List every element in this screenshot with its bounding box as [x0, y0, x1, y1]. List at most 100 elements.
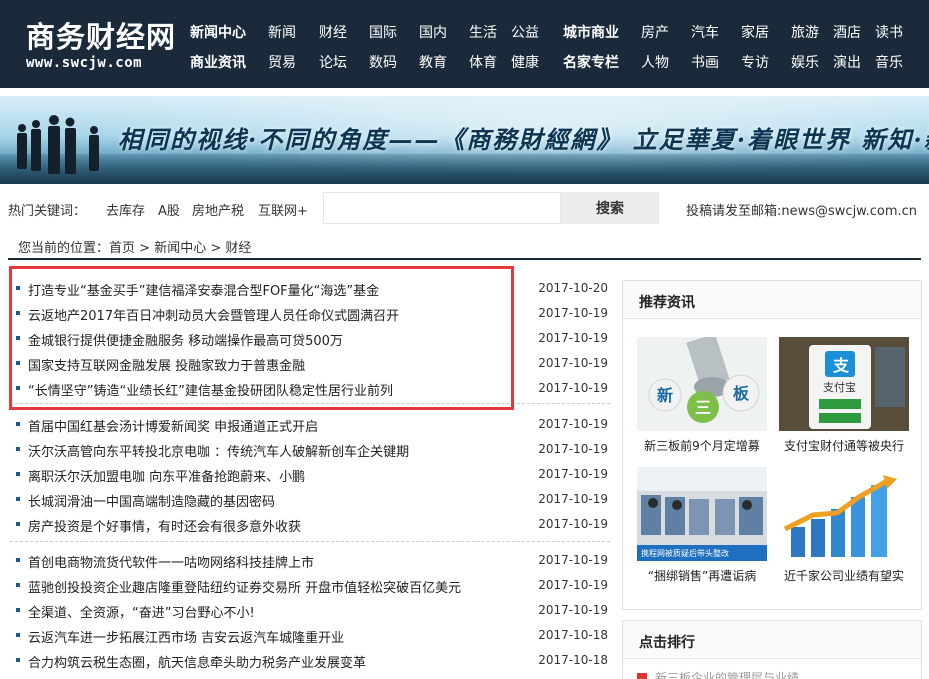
list-item: 云返汽车进一步拓展江西市场 吉安云返汽车城隆重开业 2017-10-18: [10, 623, 610, 648]
article-date: 2017-10-19: [538, 356, 608, 370]
nav-item-interview[interactable]: 专访: [741, 52, 769, 72]
nav-item-performance[interactable]: 演出: [833, 52, 861, 72]
logo-en: www.swcjw.com: [26, 55, 143, 71]
breadcrumb-current[interactable]: 财经: [225, 241, 251, 256]
banner-slogan: 相同的视线·不同的角度——《商務財經網》 立足華夏·着眼世界 新知·新锐: [118, 125, 929, 154]
list-item: 离职沃尔沃加盟电咖 向东平准备抢跑蔚来、小鹏 2017-10-19: [10, 462, 610, 487]
nav-item-realestate[interactable]: 房产: [641, 22, 669, 42]
article-link[interactable]: 首届中国红基会汤计博爱新闻奖 申报通道正式开启: [28, 416, 318, 435]
highlight-box: [9, 266, 514, 410]
nav-item-health[interactable]: 健康: [511, 52, 539, 72]
nav-item-sports[interactable]: 体育: [469, 52, 497, 72]
hot-keyword-link[interactable]: 房地产税: [192, 200, 244, 219]
recommend-header: 推荐资讯: [623, 281, 921, 319]
ranking-header: 点击排行: [623, 621, 921, 659]
list-item: 首创电商物流货代软件一一咕吻网络科技挂牌上市 2017-10-19: [10, 548, 610, 573]
bullet-icon: [16, 633, 20, 637]
article-link[interactable]: 首创电商物流货代软件一一咕吻网络科技挂牌上市: [28, 552, 314, 571]
alipay-image: 支 支付宝: [779, 337, 909, 431]
businessmen-graphic: [17, 115, 99, 174]
article-link[interactable]: 蓝驰创投投资企业趣店隆重登陆纽约证券交易所 开盘市值轻松突破百亿美元: [28, 577, 461, 596]
thumb-caption[interactable]: 近千家公司业绩有望实: [774, 567, 914, 584]
hot-keyword-link[interactable]: 互联网+: [258, 200, 308, 219]
bullet-icon: [16, 422, 20, 426]
main-nav: 新闻中心 新闻 财经 国际 国内 生活 公益 城市商业 房产 汽车 家居 旅游 …: [190, 20, 920, 80]
list-item: 首届中国红基会汤计博爱新闻奖 申报通道正式开启 2017-10-19: [10, 412, 610, 437]
article-link[interactable]: 合力构筑云税生态圈，航天信息牵头助力税务产业发展变革: [28, 652, 366, 671]
article-list-group-3: 首创电商物流货代软件一一咕吻网络科技挂牌上市 2017-10-19 蓝驰创投投资企…: [10, 548, 610, 673]
nav-item-news-center[interactable]: 新闻中心: [190, 22, 246, 42]
header-banner: 相同的视线·不同的角度——《商務財經網》 立足華夏·着眼世界 新知·新锐: [0, 96, 929, 184]
breadcrumb-home[interactable]: 首页: [109, 241, 135, 256]
ranking-title: 点击排行: [639, 635, 695, 651]
thumb-text: 新: [657, 386, 673, 405]
nav-item-international[interactable]: 国际: [369, 22, 397, 42]
nav-item-business-info[interactable]: 商业资讯: [190, 52, 246, 72]
breadcrumb-section[interactable]: 新闻中心: [154, 241, 206, 256]
search-button[interactable]: 搜索: [561, 192, 659, 224]
thumb-caption[interactable]: 新三板前9个月定增募: [632, 437, 772, 454]
article-link[interactable]: 全渠道、全资源，“奋进”习台野心不小!: [28, 602, 255, 621]
thumb-caption[interactable]: “捆绑销售”再遭诟病: [632, 567, 772, 584]
article-date: 2017-10-19: [538, 553, 608, 567]
hot-keyword-link[interactable]: 去库存: [106, 200, 145, 219]
article-date: 2017-10-18: [538, 628, 608, 642]
thumb-caption[interactable]: 支付宝财付通等被央行: [774, 437, 914, 454]
thumb-new-third-board[interactable]: 新 三 板: [637, 337, 767, 431]
nav-item-trade[interactable]: 贸易: [268, 52, 296, 72]
search-input[interactable]: [323, 192, 561, 224]
bullet-icon: [16, 447, 20, 451]
site-logo[interactable]: 商务财经网 www.swcjw.com: [26, 20, 181, 76]
nav-item-people[interactable]: 人物: [641, 52, 669, 72]
thumb-text: 支付宝: [823, 380, 856, 394]
article-link[interactable]: 长城润滑油一中国高端制造隐藏的基因密码: [28, 491, 275, 510]
article-date: 2017-10-19: [538, 517, 608, 531]
nav-item-auto[interactable]: 汽车: [691, 22, 719, 42]
nav-item-life[interactable]: 生活: [469, 22, 497, 42]
nav-item-reading[interactable]: 读书: [875, 22, 903, 42]
nav-item-education[interactable]: 教育: [419, 52, 447, 72]
thumb-text: 携程网被质疑后带头整改: [641, 548, 729, 558]
thumb-alipay[interactable]: 支 支付宝: [779, 337, 909, 431]
thumb-text: 三: [695, 398, 711, 417]
bullet-icon: [16, 558, 20, 562]
rank-item-link[interactable]: 新三板企业的管理层与业绩: [655, 669, 799, 679]
train-interior-image: 携程网被质疑后带头整改: [637, 467, 767, 561]
list-item: 合力构筑云税生态圈，航天信息牵头助力税务产业发展变革 2017-10-18: [10, 648, 610, 673]
hot-keyword-link[interactable]: A股: [158, 200, 180, 219]
nav-item-forum[interactable]: 论坛: [319, 52, 347, 72]
article-date: 2017-10-19: [538, 381, 608, 395]
nav-item-home[interactable]: 家居: [741, 22, 769, 42]
nav-item-hotel[interactable]: 酒店: [833, 22, 861, 42]
nav-item-charity[interactable]: 公益: [511, 22, 539, 42]
bullet-icon: [16, 583, 20, 587]
nav-item-columnists[interactable]: 名家专栏: [563, 52, 619, 72]
bar-graph-image: [779, 467, 909, 561]
article-link[interactable]: 离职沃尔沃加盟电咖 向东平准备抢跑蔚来、小鹏: [28, 466, 305, 485]
thumb-earnings[interactable]: [779, 467, 909, 561]
article-link[interactable]: 房产投资是个好事情，有时还会有很多意外收获: [28, 516, 301, 535]
hot-keywords-label: 热门关键词：: [8, 204, 87, 219]
contribute-email: 投稿请发至邮箱:news@swcjw.com.cn: [686, 204, 918, 219]
nav-item-city-business[interactable]: 城市商业: [563, 22, 619, 42]
nav-row-1: 新闻中心 新闻 财经 国际 国内 生活 公益 城市商业 房产 汽车 家居 旅游 …: [190, 20, 920, 50]
bullet-icon: [16, 658, 20, 662]
nav-item-calligraphy[interactable]: 书画: [691, 52, 719, 72]
thumb-bundled-sales[interactable]: 携程网被质疑后带头整改: [637, 467, 767, 561]
article-list-group-2: 首届中国红基会汤计博爱新闻奖 申报通道正式开启 2017-10-19 沃尔沃高管向…: [10, 412, 610, 537]
article-date: 2017-10-19: [538, 492, 608, 506]
nav-item-music[interactable]: 音乐: [875, 52, 903, 72]
article-date: 2017-10-18: [538, 653, 608, 667]
nav-item-domestic[interactable]: 国内: [419, 22, 447, 42]
nav-item-news[interactable]: 新闻: [268, 22, 296, 42]
article-link[interactable]: 沃尔沃高管向东平转投北京电咖 ：传统汽车人破解新创车企关键期: [28, 441, 409, 460]
section-divider: [8, 258, 921, 260]
bullet-icon: [16, 472, 20, 476]
article-date: 2017-10-19: [538, 331, 608, 345]
article-date: 2017-10-19: [538, 442, 608, 456]
nav-item-travel[interactable]: 旅游: [791, 22, 819, 42]
nav-item-digital[interactable]: 数码: [369, 52, 397, 72]
article-link[interactable]: 云返汽车进一步拓展江西市场 吉安云返汽车城隆重开业: [28, 627, 344, 646]
nav-item-entertainment[interactable]: 娱乐: [791, 52, 819, 72]
nav-item-finance[interactable]: 财经: [319, 22, 347, 42]
